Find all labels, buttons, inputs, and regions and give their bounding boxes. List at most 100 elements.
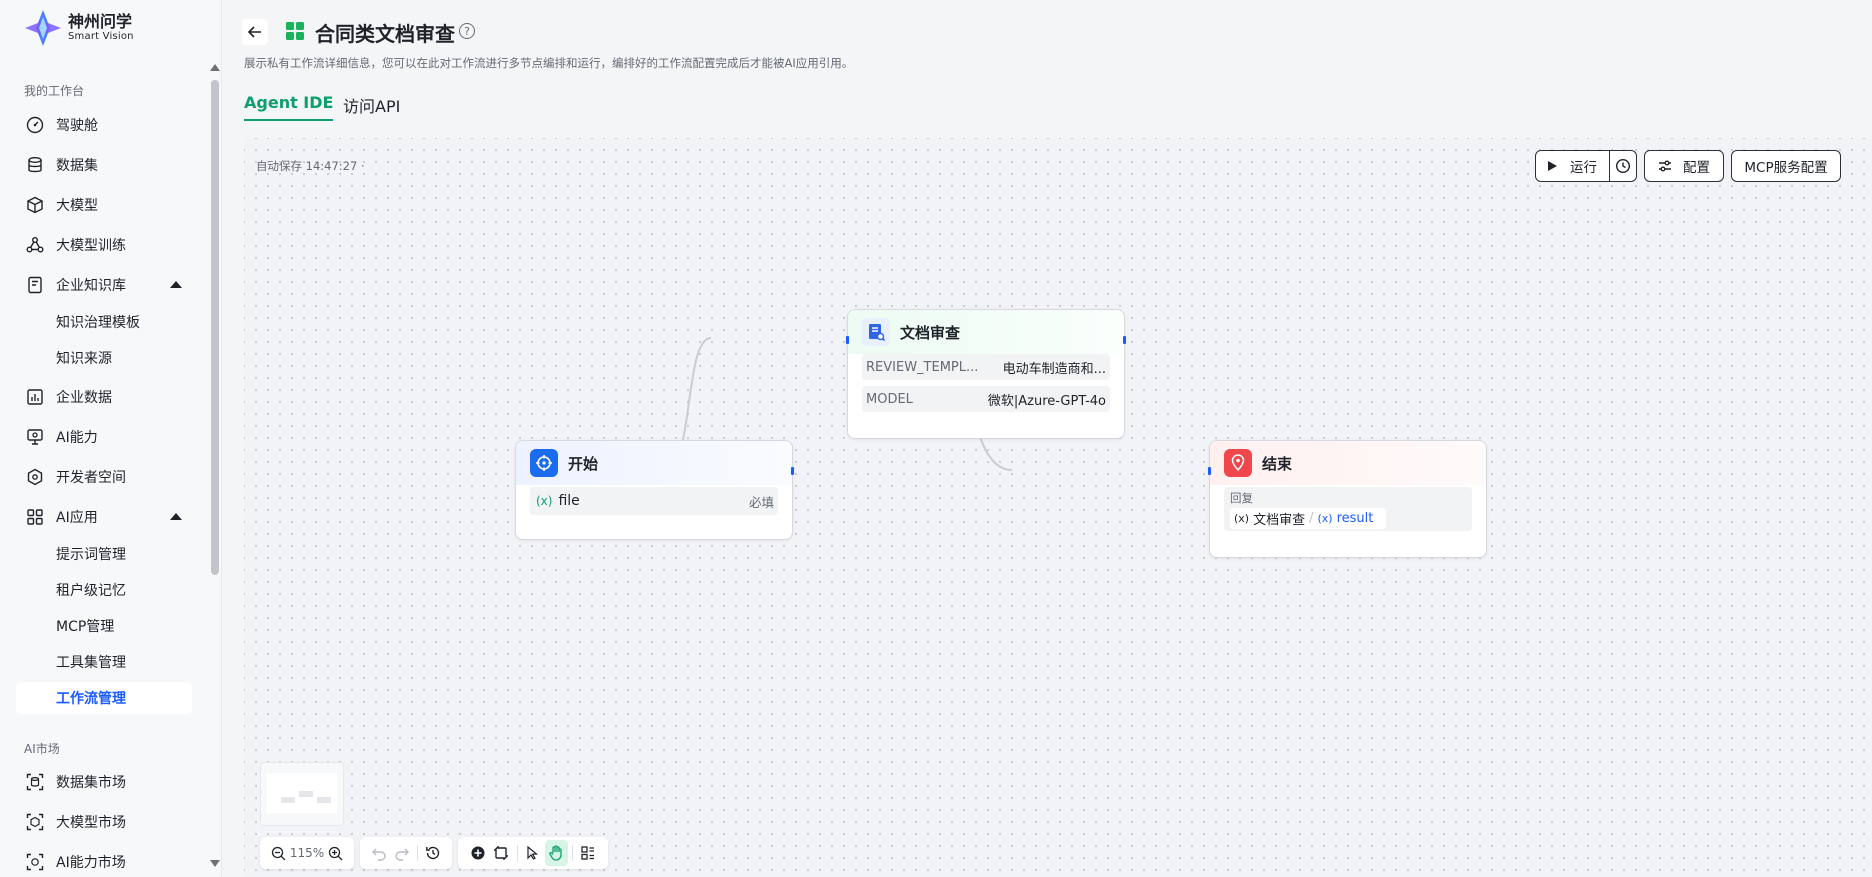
zoom-out-icon	[272, 846, 286, 860]
minimap[interactable]	[260, 762, 344, 826]
hand-icon	[549, 845, 562, 861]
sidebar-subitem-governance-template[interactable]: 知识治理模板	[16, 306, 192, 338]
hand-mode-button[interactable]	[544, 840, 568, 866]
zoom-controls: 115%	[260, 837, 354, 869]
variable-icon: (x)	[536, 494, 553, 508]
sidebar-item-model-training[interactable]: 大模型训练	[16, 228, 192, 262]
model-market-icon	[26, 813, 44, 831]
start-node[interactable]: 开始 (x) file 必填	[515, 440, 794, 540]
sidebar-subitem-tenant-memory[interactable]: 租户级记忆	[16, 574, 192, 606]
cube-icon	[26, 196, 44, 214]
developer-icon	[26, 468, 44, 486]
dataset-market-icon	[26, 773, 44, 791]
variable-icon: (x)	[1234, 512, 1250, 525]
review-node-output-handle[interactable]	[1123, 336, 1126, 344]
arrow-left-icon	[247, 26, 261, 38]
scroll-down-arrow-icon[interactable]	[210, 860, 220, 867]
review-param-row[interactable]: REVIEW_TEMPL... 电动车制造商和...	[862, 354, 1110, 380]
sidebar-item-cockpit[interactable]: 驾驶舱	[16, 108, 192, 142]
scroll-up-arrow-icon[interactable]	[210, 64, 220, 71]
brand-logo[interactable]: 神州问学 Smart Vision	[24, 9, 134, 47]
sidebar-item-ai-apps[interactable]: AI应用	[16, 500, 192, 534]
review-param-key: MODEL	[866, 391, 913, 407]
ref-node-name: 文档审查	[1253, 513, 1306, 528]
review-param-value: 微软|Azure-GPT-4o	[987, 393, 1106, 409]
minimap-viewport	[267, 773, 337, 813]
sidebar-subitem-prompt-management[interactable]: 提示词管理	[16, 538, 192, 570]
zoom-out-button[interactable]	[268, 840, 290, 866]
tab-agent-ide[interactable]: Agent IDE	[244, 93, 334, 121]
chevron-up-icon[interactable]	[170, 281, 182, 288]
back-button[interactable]	[242, 19, 268, 45]
cursor-icon	[527, 846, 539, 860]
review-node-input-handle[interactable]	[846, 336, 849, 344]
end-node-title: 结束	[1262, 454, 1293, 473]
arrange-button[interactable]	[577, 840, 600, 866]
start-param-name: file	[558, 493, 580, 509]
help-icon[interactable]: ?	[459, 23, 475, 39]
sidebar-item-enterprise-data[interactable]: 企业数据	[16, 380, 192, 414]
zoom-in-button[interactable]	[324, 840, 346, 866]
add-node-button[interactable]	[466, 840, 489, 866]
undo-button[interactable]	[368, 840, 390, 866]
crosshair-icon	[530, 449, 558, 477]
start-node-output-handle[interactable]	[791, 467, 794, 475]
sidebar-item-knowledge-base[interactable]: 企业知识库	[16, 268, 192, 302]
auto-layout-button[interactable]	[489, 840, 512, 866]
sidebar-item-model[interactable]: 大模型	[16, 188, 192, 222]
review-param-value: 电动车制造商和...	[1002, 361, 1106, 377]
review-node[interactable]: 文档审查 REVIEW_TEMPL... 电动车制造商和... MODEL 微软…	[846, 309, 1126, 439]
start-param-row[interactable]: (x) file 必填	[530, 487, 778, 515]
workflow-canvas[interactable]: 自动保存 14:47:27 · 运行 配置 MCP服务配置 开始 (x) fil…	[244, 138, 1872, 877]
location-pin-icon	[1224, 449, 1252, 477]
redo-button[interactable]	[390, 840, 412, 866]
arrange-icon	[581, 846, 595, 860]
sidebar-item-ai-capability[interactable]: AI能力	[16, 420, 192, 454]
sidebar-item-label: AI应用	[56, 510, 98, 526]
page-title: 合同类文档审查	[315, 22, 455, 46]
undo-icon	[372, 848, 386, 861]
sidebar-scrollbar-thumb[interactable]	[211, 80, 219, 575]
sidebar-subitem-mcp-management[interactable]: MCP管理	[16, 610, 192, 642]
chart-icon	[26, 388, 44, 406]
end-node[interactable]: 结束 回复 (x) 文档审查 / (x) result	[1208, 440, 1487, 558]
start-node-header: 开始	[516, 441, 792, 485]
brand-subname: Smart Vision	[68, 31, 134, 42]
sidebar-subitem-knowledge-source[interactable]: 知识来源	[16, 342, 192, 374]
database-icon	[26, 156, 44, 174]
history-controls	[360, 837, 452, 869]
reply-variable-ref[interactable]: (x) 文档审查 / (x) result	[1230, 508, 1386, 529]
sidebar-subitem-workflow-management[interactable]: 工作流管理	[16, 682, 192, 714]
version-history-button[interactable]	[422, 840, 444, 866]
training-icon	[26, 236, 44, 254]
sidebar-item-dataset-market[interactable]: 数据集市场	[16, 765, 192, 799]
required-badge: 必填	[748, 494, 774, 510]
ai-monitor-icon	[26, 428, 44, 446]
zoom-in-icon	[328, 846, 343, 860]
sidebar-item-label: 开发者空间	[56, 470, 126, 486]
chevron-up-icon[interactable]	[170, 513, 182, 520]
sidebar-item-label: 大模型训练	[56, 238, 126, 254]
sidebar-item-label: AI能力	[56, 430, 98, 446]
ref-variable-name: result	[1336, 511, 1374, 526]
sidebar-item-model-market[interactable]: 大模型市场	[16, 805, 192, 839]
end-node-input-handle[interactable]	[1208, 467, 1211, 475]
section-title-workbench: 我的工作台	[24, 84, 85, 98]
review-param-row[interactable]: MODEL 微软|Azure-GPT-4o	[862, 386, 1110, 412]
workflow-edges	[664, 337, 1013, 471]
pointer-mode-button[interactable]	[521, 840, 544, 866]
sidebar-item-developer-space[interactable]: 开发者空间	[16, 460, 192, 494]
add-circle-icon	[471, 846, 485, 860]
end-reply-box[interactable]: 回复 (x) 文档审查 / (x) result	[1224, 487, 1472, 531]
start-node-title: 开始	[568, 454, 599, 473]
workflow-app-icon	[286, 22, 304, 40]
tab-access-api[interactable]: 访问API	[343, 93, 400, 121]
sidebar-item-ai-market[interactable]: AI能力市场	[16, 845, 192, 877]
sidebar-item-label: 大模型	[56, 198, 98, 214]
sidebar-item-label: 驾驶舱	[56, 118, 98, 134]
variable-icon: (x)	[1317, 512, 1333, 525]
sidebar-subitem-toolset-management[interactable]: 工具集管理	[16, 646, 192, 678]
sidebar-item-dataset[interactable]: 数据集	[16, 148, 192, 182]
apps-grid-icon	[26, 508, 44, 526]
history-icon	[425, 846, 439, 860]
